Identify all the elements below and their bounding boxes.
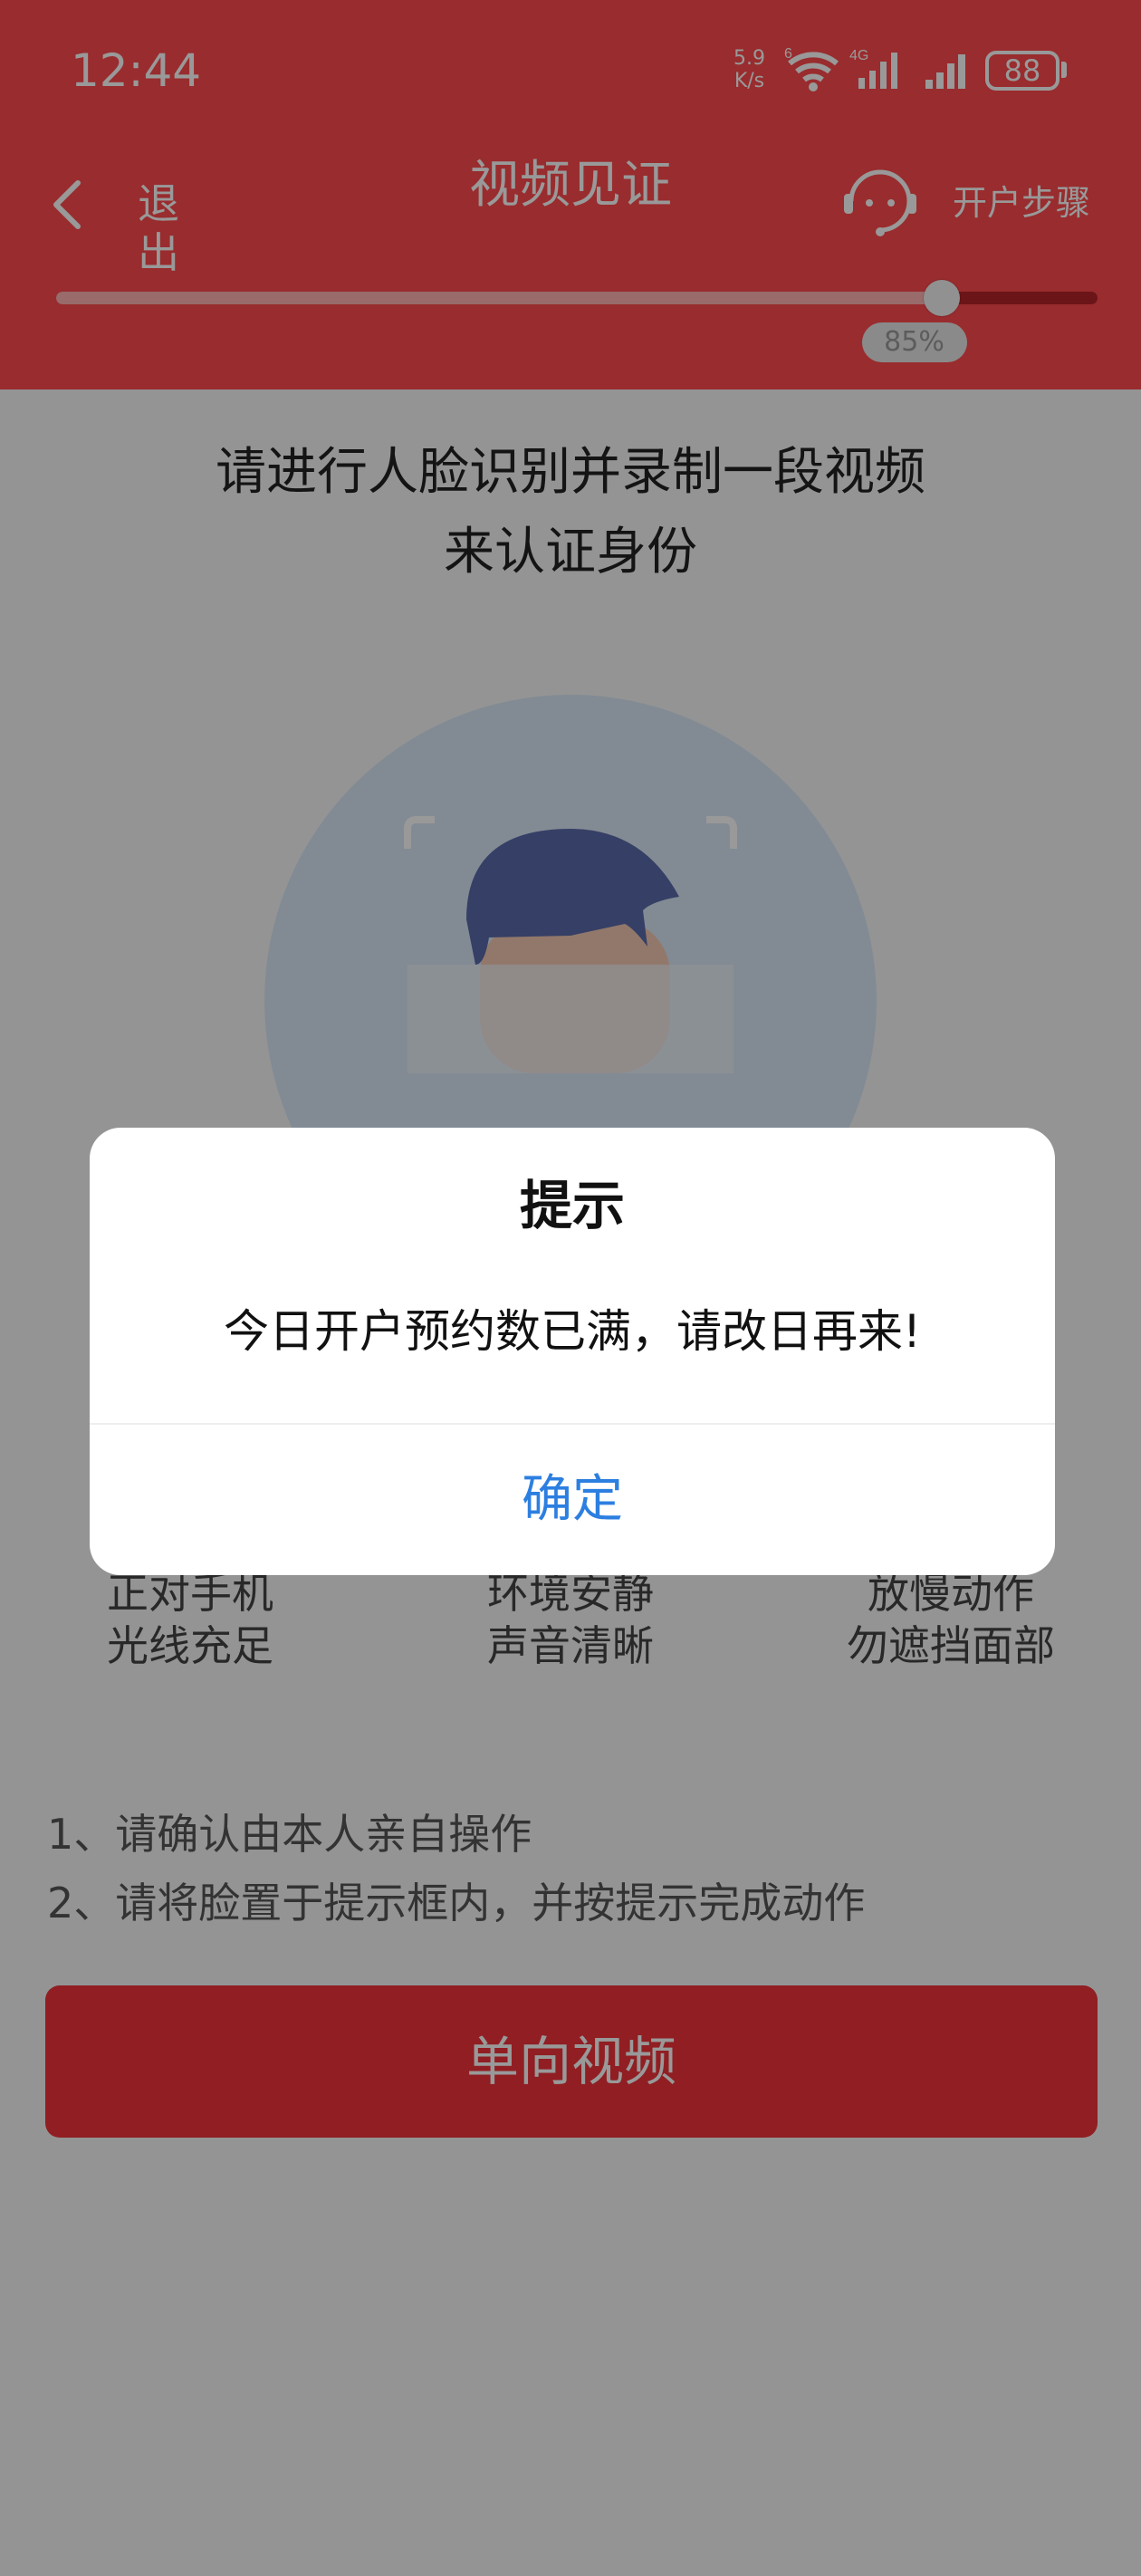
dialog-message: 今日开户预约数已满，请改日再来! [223, 1305, 922, 1358]
dialog-title: 提示 [519, 1175, 625, 1236]
confirm-button[interactable]: 确定 [90, 1425, 1055, 1575]
alert-dialog: 提示 今日开户预约数已满，请改日再来! 确定 [90, 1128, 1055, 1575]
